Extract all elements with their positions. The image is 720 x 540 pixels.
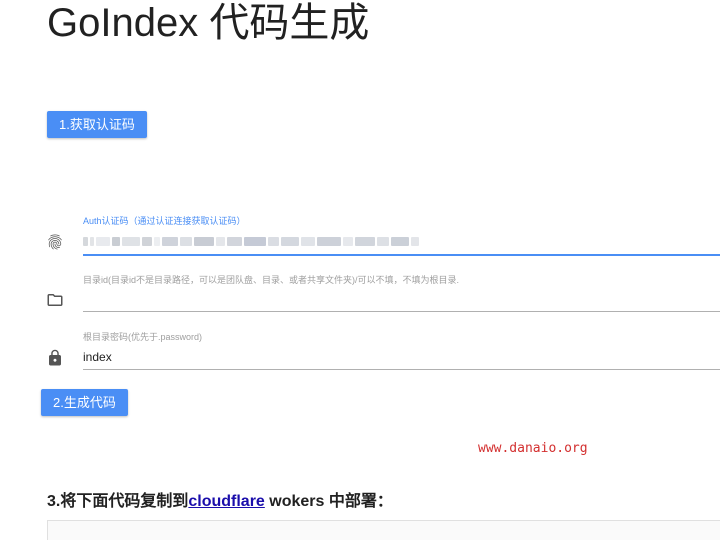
root-password-label: 根目录密码(优先于.password) [83, 332, 203, 342]
root-password-field: 根目录密码(优先于.password) index [0, 330, 720, 376]
root-password-underline [83, 369, 720, 370]
generate-code-button[interactable]: 2.生成代码 [41, 389, 128, 416]
directory-id-input[interactable] [83, 291, 683, 307]
step3-heading: 3.将下面代码复制到cloudflare wokers 中部署： [47, 487, 393, 511]
code-output-box[interactable] [47, 520, 720, 540]
fingerprint-icon [48, 234, 62, 250]
directory-id-label: 目录id(目录id不是目录路径，可以是团队盘、目录、或者共享文件夹)/可以不填，… [83, 275, 460, 285]
directory-id-field: 目录id(目录id不是目录路径，可以是团队盘、目录、或者共享文件夹)/可以不填，… [0, 272, 720, 318]
page-title: GoIndex 代码生成 [47, 1, 370, 45]
page: GoIndex 代码生成 1.获取认证码 Auth认证码（通过认证连接获取认证码… [0, 0, 720, 540]
directory-id-underline [83, 311, 720, 312]
auth-code-blurred-value [83, 235, 419, 247]
auth-code-label: Auth认证码（通过认证连接获取认证码） [83, 216, 246, 226]
lock-icon [49, 349, 61, 366]
step3-prefix: 3.将下面代码复制到 [47, 493, 189, 510]
root-password-input[interactable]: index [83, 349, 112, 365]
folder-icon [47, 294, 63, 306]
auth-code-underline [83, 254, 720, 256]
get-auth-code-button[interactable]: 1.获取认证码 [47, 111, 147, 138]
cloudflare-link[interactable]: cloudflare [188, 493, 264, 510]
step3-suffix: wokers 中部署： [264, 493, 393, 510]
watermark: www.danaio.org [478, 441, 588, 456]
auth-code-field: Auth认证码（通过认证连接获取认证码） [0, 213, 720, 259]
